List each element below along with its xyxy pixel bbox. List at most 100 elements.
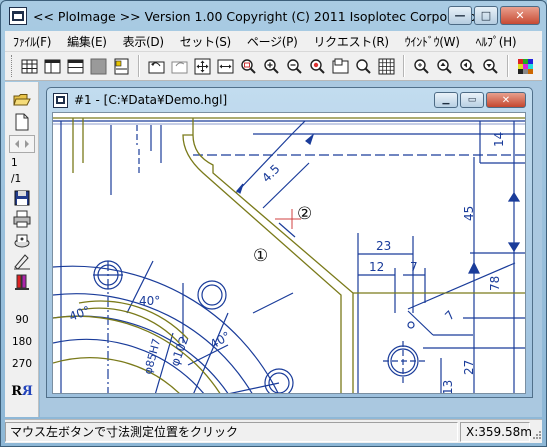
menu-page[interactable]: ページ(P) xyxy=(239,33,306,50)
zoom-window-icon xyxy=(241,58,256,74)
restore-icon: ▭ xyxy=(467,95,477,105)
tile-grid-button[interactable] xyxy=(19,56,40,77)
rotate-270-button[interactable]: 270 xyxy=(9,354,35,374)
save-button[interactable] xyxy=(9,188,35,208)
grid-toggle-button[interactable] xyxy=(376,56,397,77)
dim-7: 7 xyxy=(410,260,418,274)
open-file-button[interactable] xyxy=(9,90,35,110)
tile-horizontal-button[interactable] xyxy=(65,56,86,77)
document-minimize-button[interactable]: ▁ xyxy=(434,92,458,108)
document-window: #1 - [C:¥Data¥Demo.hgl] ▁ ▭ ✕ 14 45 78 2… xyxy=(46,87,533,398)
pen-icon xyxy=(14,254,30,270)
menu-window[interactable]: ｳｲﾝﾄﾞｳ(W) xyxy=(397,33,468,50)
pan-left-button[interactable] xyxy=(457,56,478,77)
marker-2: ② xyxy=(297,204,312,224)
dim-13: 13 xyxy=(441,380,455,394)
tile-vertical-button[interactable] xyxy=(42,56,63,77)
rotate-180-button[interactable]: 180 xyxy=(9,332,35,352)
maximize-icon: □ xyxy=(480,9,492,22)
dim-angle-3: 40° xyxy=(208,329,233,352)
plotter-icon xyxy=(14,234,30,248)
menu-file[interactable]: ﾌｧｲﾙ(F) xyxy=(5,33,59,50)
mirror-icon: RR xyxy=(11,383,33,399)
search-icon xyxy=(356,58,371,74)
minimize-button[interactable]: — xyxy=(448,6,472,25)
dim-phi85h7: φ85H7 xyxy=(141,337,163,376)
main-toolbar xyxy=(5,51,542,81)
pen-button[interactable] xyxy=(9,251,35,271)
menu-request[interactable]: リクエスト(R) xyxy=(305,33,396,50)
rotate-right-icon xyxy=(171,61,188,73)
grid-icon xyxy=(21,59,38,73)
floppy-disk-icon xyxy=(14,190,30,206)
page-arrows-icon xyxy=(9,135,35,153)
minimize-icon: ▁ xyxy=(442,95,450,105)
pan-down-button[interactable] xyxy=(480,56,501,77)
fit-page-button[interactable] xyxy=(192,56,213,77)
gray-box-icon xyxy=(90,58,107,74)
pan-up-button[interactable] xyxy=(434,56,455,77)
page-total-label: /1 xyxy=(11,173,22,185)
drawing-canvas[interactable]: 14 45 78 23 12 7 4.5 7 27 13 40° 40° 40°… xyxy=(52,112,526,394)
magnify-left-icon xyxy=(460,58,475,74)
print-button[interactable] xyxy=(9,209,35,229)
dim-14: 14 xyxy=(492,132,506,147)
color-palette-button[interactable] xyxy=(515,56,536,77)
magnify-up-icon xyxy=(437,58,452,74)
dim-27: 27 xyxy=(462,360,476,375)
page-layout-button[interactable] xyxy=(111,56,132,77)
zoom-out-icon xyxy=(287,58,302,74)
plotter-button[interactable] xyxy=(9,230,35,250)
maximize-button[interactable]: □ xyxy=(474,6,498,25)
resize-grip[interactable] xyxy=(530,422,542,442)
document-title-bar[interactable]: #1 - [C:¥Data¥Demo.hgl] ▁ ▭ ✕ xyxy=(47,88,532,112)
undo-button[interactable] xyxy=(146,56,167,77)
pen-color-icon xyxy=(15,274,29,290)
folder-open-icon xyxy=(13,94,31,106)
dim-23: 23 xyxy=(376,239,391,253)
dim-angle-1: 40° xyxy=(67,303,92,323)
menu-view[interactable]: 表示(D) xyxy=(115,33,172,50)
gray-mode-button[interactable] xyxy=(88,56,109,77)
zoom-reset-button[interactable] xyxy=(307,56,328,77)
magnify-plus-icon xyxy=(414,58,429,74)
dim-78: 78 xyxy=(488,276,502,291)
zoom-in-button[interactable] xyxy=(261,56,282,77)
window-title: << PloImage >> Version 1.00 Copyright (C… xyxy=(33,8,484,24)
pen-color-button[interactable] xyxy=(9,272,35,292)
search-button[interactable] xyxy=(353,56,374,77)
zoom-window-button[interactable] xyxy=(238,56,259,77)
rotate-270-label: 270 xyxy=(11,358,33,370)
menu-help[interactable]: ﾍﾙﾌﾟ(H) xyxy=(468,33,525,50)
status-message: マウス左ボタンで寸法測定位置をクリック xyxy=(5,421,458,442)
document-restore-button[interactable]: ▭ xyxy=(460,92,484,108)
toolbar-separator xyxy=(138,55,140,77)
toolbar-grip[interactable] xyxy=(11,55,14,77)
document-title: #1 - [C:¥Data¥Demo.hgl] xyxy=(74,93,228,107)
coordinate-readout: X:359.58m xyxy=(460,421,532,442)
document-icon[interactable] xyxy=(53,92,68,108)
menu-set[interactable]: セット(S) xyxy=(172,33,239,50)
new-page-icon xyxy=(15,113,29,131)
rotate-left-icon xyxy=(148,61,165,73)
fit-width-icon xyxy=(217,59,234,73)
zoom-out-button[interactable] xyxy=(284,56,305,77)
document-close-button[interactable]: ✕ xyxy=(486,92,526,108)
dim-7-small: 7 xyxy=(442,308,457,323)
redo-button[interactable] xyxy=(169,56,190,77)
app-icon[interactable] xyxy=(9,7,27,25)
menu-edit[interactable]: 編集(E) xyxy=(59,33,114,50)
dim-angle-2: 40° xyxy=(139,294,160,308)
main-window: << PloImage >> Version 1.00 Copyright (C… xyxy=(0,0,547,447)
title-bar[interactable]: << PloImage >> Version 1.00 Copyright (C… xyxy=(1,1,546,31)
rotate-90-button[interactable]: 90 xyxy=(9,310,35,330)
page-frame-button[interactable] xyxy=(330,56,351,77)
page-spinner[interactable] xyxy=(9,135,35,153)
mirror-button[interactable]: RR xyxy=(9,381,35,401)
new-file-button[interactable] xyxy=(9,112,35,132)
toolbar-separator xyxy=(403,55,405,77)
rotate-90-label: 90 xyxy=(15,314,29,326)
fit-width-button[interactable] xyxy=(215,56,236,77)
close-button[interactable]: ✕ xyxy=(500,6,540,25)
pan-zoom-in-button[interactable] xyxy=(411,56,432,77)
